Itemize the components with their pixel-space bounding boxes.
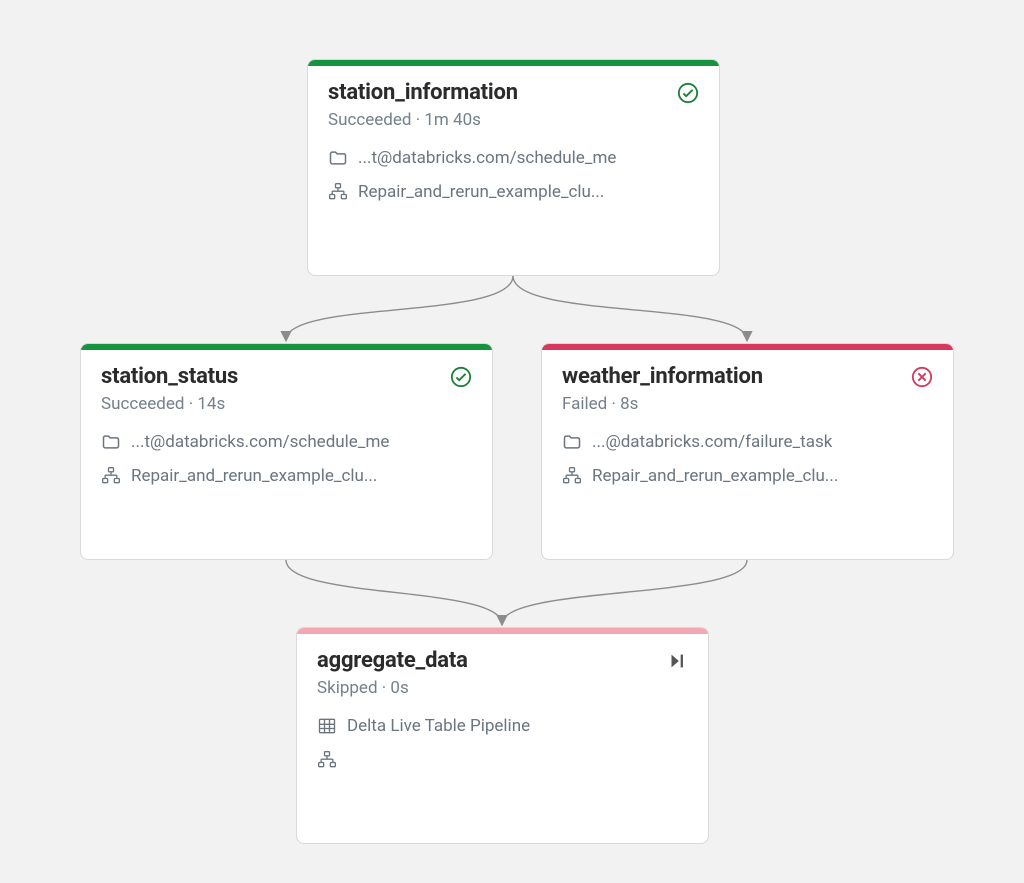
task-pipeline-row: Delta Live Table Pipeline [317, 716, 688, 736]
task-path: ...t@databricks.com/schedule_me [131, 432, 389, 452]
task-title: aggregate_data [317, 648, 468, 674]
task-path-row: ...@databricks.com/failure_task [562, 432, 933, 452]
check-circle-icon [450, 366, 472, 388]
task-path-row: ...t@databricks.com/schedule_me [328, 148, 699, 168]
task-pipeline: Delta Live Table Pipeline [347, 716, 530, 736]
folder-icon [101, 432, 121, 452]
task-cluster: Repair_and_rerun_example_clu... [592, 466, 838, 486]
cluster-icon [317, 750, 337, 770]
task-status: Succeeded · 1m 40s [328, 110, 699, 130]
task-title: station_information [328, 80, 518, 106]
task-cluster-row: Repair_and_rerun_example_clu... [101, 466, 472, 486]
folder-icon [562, 432, 582, 452]
table-icon [317, 716, 337, 736]
task-node-station-information[interactable]: station_information Succeeded · 1m 40s .… [307, 59, 720, 276]
cluster-icon [101, 466, 121, 486]
check-circle-icon [677, 82, 699, 104]
cluster-icon [328, 182, 348, 202]
task-cluster: Repair_and_rerun_example_clu... [358, 182, 604, 202]
task-path: ...@databricks.com/failure_task [592, 432, 832, 452]
dag-canvas: station_information Succeeded · 1m 40s .… [0, 0, 1024, 883]
skip-icon [666, 650, 688, 672]
task-status: Succeeded · 14s [101, 394, 472, 414]
task-status: Failed · 8s [562, 394, 933, 414]
task-path-row: ...t@databricks.com/schedule_me [101, 432, 472, 452]
task-node-aggregate-data[interactable]: aggregate_data Skipped · 0s Delta Live T [296, 627, 709, 844]
task-status: Skipped · 0s [317, 678, 688, 698]
task-cluster: Repair_and_rerun_example_clu... [131, 466, 377, 486]
task-cluster-row: Repair_and_rerun_example_clu... [562, 466, 933, 486]
task-node-station-status[interactable]: station_status Succeeded · 14s ...t@data… [80, 343, 493, 560]
task-cluster-row [317, 750, 688, 770]
task-path: ...t@databricks.com/schedule_me [358, 148, 616, 168]
task-title: station_status [101, 364, 238, 390]
folder-icon [328, 148, 348, 168]
task-node-weather-information[interactable]: weather_information Failed · 8s ...@data… [541, 343, 954, 560]
task-cluster-row: Repair_and_rerun_example_clu... [328, 182, 699, 202]
cluster-icon [562, 466, 582, 486]
task-title: weather_information [562, 364, 763, 390]
x-circle-icon [911, 366, 933, 388]
